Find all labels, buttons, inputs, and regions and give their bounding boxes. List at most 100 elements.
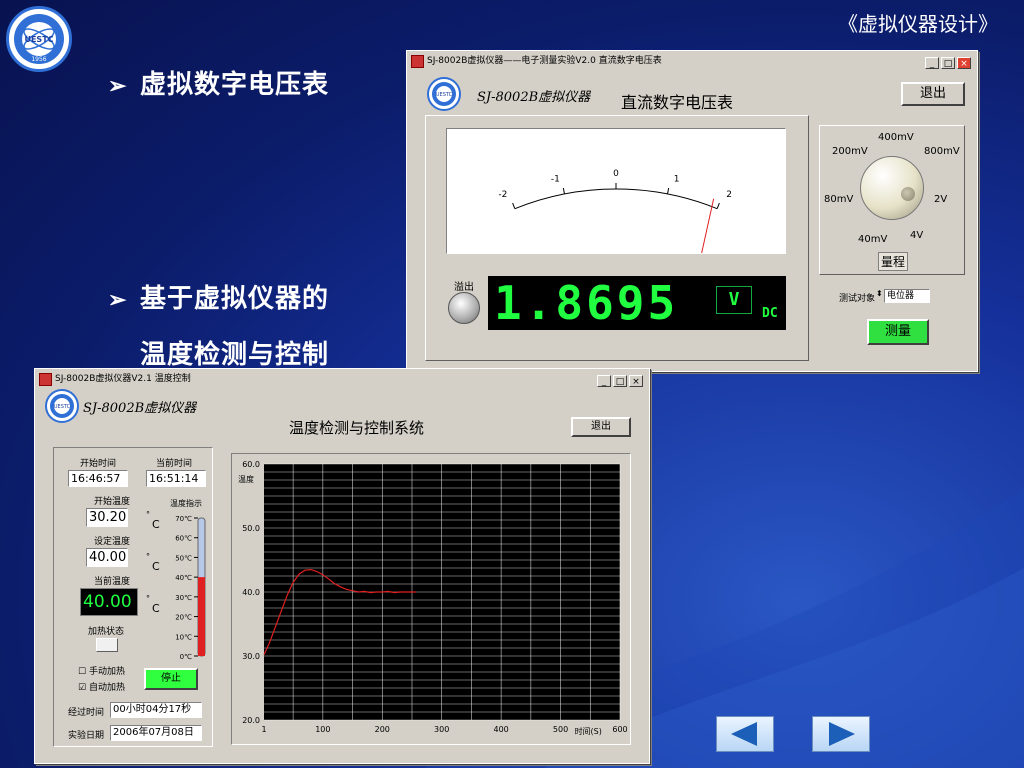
auto-heat-option[interactable]: ☑ 自动加热: [78, 680, 125, 693]
y-tick-label: 50.0: [242, 524, 260, 533]
range-400mv: 400mV: [878, 132, 914, 143]
current-time-label: 当前时间: [156, 459, 193, 469]
range-40mv: 40mV: [858, 234, 888, 245]
current-temp-label: 当前温度: [94, 577, 131, 587]
previous-triangle-icon: [731, 722, 757, 746]
meter-tick: [667, 187, 670, 195]
voltmeter-window-title: SJ-8002B虚拟仪器——电子测量实验V2.0 直流数字电压表: [427, 56, 662, 66]
previous-slide-button[interactable]: [716, 716, 774, 752]
unit-c: C: [152, 602, 160, 615]
close-button[interactable]: ×: [957, 57, 971, 69]
y-tick-label: 30.0: [242, 652, 260, 661]
minimize-button[interactable]: _: [597, 375, 611, 387]
bullet-voltmeter: ➢ 虚拟数字电压表: [108, 64, 329, 101]
meter-tick-label: 0: [613, 169, 619, 179]
heat-status-label: 加热状态: [88, 627, 125, 637]
chart-panel: 20.0 30.0 40.0 50.0 60.0 1 100 200 300 400 500 600 温…: [231, 453, 631, 745]
svg-text:UESTC: UESTC: [436, 92, 453, 98]
temperature-titlebar[interactable]: SJ-8002B虚拟仪器V2.1 温度控制 _ □ ×: [37, 371, 647, 387]
close-button[interactable]: ×: [629, 375, 643, 387]
range-80mv: 80mV: [824, 194, 854, 205]
bullet-temperature: ➢ 基于虚拟仪器的: [108, 278, 329, 315]
range-panel: 400mV 200mV 800mV 80mV 2V 40mV 4V 量程: [819, 125, 965, 275]
overflow-label: 溢出: [454, 282, 474, 293]
brand-logo-icon: UESTC: [45, 389, 79, 423]
start-temp-label: 开始温度: [94, 497, 131, 507]
x-tick-label: 500: [553, 725, 568, 734]
brand-logo-icon: UESTC: [427, 77, 461, 111]
start-temp-field[interactable]: 30.20: [86, 508, 128, 527]
temperature-title: 温度检测与控制系统: [289, 419, 425, 437]
slide-title: 《虚拟仪器设计》: [838, 12, 998, 36]
x-tick-label: 300: [434, 725, 449, 734]
thermo-tick-label: 50℃: [175, 554, 192, 562]
measure-button[interactable]: 测量: [867, 319, 929, 345]
knob-pointer-icon: [901, 187, 915, 201]
meter-tick: [512, 202, 516, 209]
window-app-icon: [39, 373, 52, 386]
thermo-tick-label: 40℃: [175, 574, 192, 582]
digital-display: 1.8695 V DC: [488, 276, 786, 330]
temperature-window: SJ-8002B虚拟仪器V2.1 温度控制 _ □ × UESTC SJ-8002B…: [34, 368, 650, 764]
voltmeter-titlebar[interactable]: SJ-8002B虚拟仪器——电子测量实验V2.0 直流数字电压表 _ □ ×: [409, 53, 975, 69]
y-tick-label: 40.0: [242, 588, 260, 597]
date-field: 2006年07月08日: [110, 725, 202, 741]
overflow-led: [448, 292, 480, 324]
range-knob[interactable]: [860, 156, 924, 220]
range-200mv: 200mV: [832, 146, 868, 157]
mode-display: DC: [762, 306, 778, 321]
indicator-label: 温度指示: [170, 499, 202, 508]
range-2v: 2V: [934, 194, 948, 205]
degree-symbol: °: [146, 594, 150, 603]
maximize-button[interactable]: □: [613, 375, 627, 387]
meter-tick: [562, 187, 565, 195]
set-temp-field[interactable]: 40.00: [86, 548, 128, 567]
analog-meter-dial: -2 -1 0 1 2: [498, 169, 732, 297]
brand-name: SJ-8002B虚拟仪器: [83, 401, 197, 416]
thermo-fill: [198, 577, 205, 656]
x-tick-label: 1: [261, 725, 266, 734]
maximize-button[interactable]: □: [941, 57, 955, 69]
checkbox-checked-icon[interactable]: ☑: [78, 683, 86, 693]
unit-c: C: [152, 518, 160, 531]
manual-heat-option[interactable]: ☐ 手动加热: [78, 664, 125, 677]
meter-needle: [691, 198, 715, 297]
y-tick-label: 20.0: [242, 716, 260, 725]
svg-text:UESTC: UESTC: [54, 404, 71, 410]
elapsed-field: 00小时04分17秒: [110, 702, 202, 718]
logo-year: 1956: [31, 56, 46, 63]
y-axis-label: 温度: [238, 474, 254, 484]
spinner-arrow-icon[interactable]: ⬍: [876, 289, 883, 298]
set-temp-label: 设定温度: [94, 537, 131, 547]
measure-target-field[interactable]: 电位器: [884, 289, 930, 303]
brand-name: SJ-8002B虚拟仪器: [477, 90, 591, 105]
thermo-tick-label: 20℃: [175, 614, 192, 622]
range-800mv: 800mV: [924, 146, 960, 157]
y-tick-label: 60.0: [242, 460, 260, 469]
minimize-button[interactable]: _: [925, 57, 939, 69]
elapsed-label: 经过时间: [68, 708, 105, 718]
voltmeter-title: 直流数字电压表: [621, 93, 734, 112]
meter-tick: [716, 202, 720, 209]
measure-target-label: 测试对象: [839, 294, 876, 304]
digital-value: 1.8695: [494, 276, 679, 330]
exit-button[interactable]: 退出: [901, 82, 965, 106]
auto-heat-label: 自动加热: [88, 683, 125, 693]
temperature-chart: 20.0 30.0 40.0 50.0 60.0 1 100 200 300 400 500 600 温…: [238, 460, 628, 736]
bullet-temperature-line2: 温度检测与控制: [140, 340, 330, 370]
window-app-icon: [411, 55, 424, 68]
meter-panel: -2 -1 0 1 2 溢出 1.8695 V DC: [425, 115, 809, 361]
current-temp-display: 40.00: [80, 588, 138, 616]
thermo-tick-label: 70℃: [175, 515, 192, 523]
x-tick-label: 400: [493, 725, 508, 734]
stop-button[interactable]: 停止: [144, 668, 198, 690]
exit-button[interactable]: 退出: [571, 417, 631, 437]
arrow-bullet-icon: ➢: [108, 73, 128, 99]
degree-symbol: °: [146, 552, 150, 561]
date-label: 实验日期: [68, 731, 105, 741]
x-tick-label: 100: [315, 725, 330, 734]
next-slide-button[interactable]: [812, 716, 870, 752]
meter-tick-label: -2: [498, 190, 507, 200]
range-4v: 4V: [910, 230, 924, 241]
checkbox-empty-icon[interactable]: ☐: [78, 667, 86, 677]
